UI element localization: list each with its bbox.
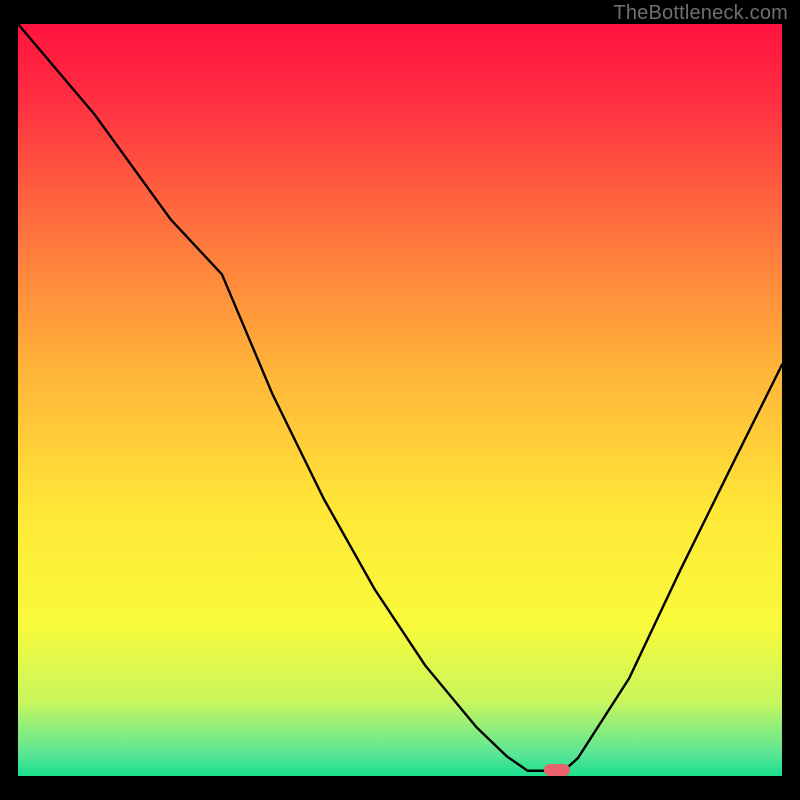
chart-marker bbox=[544, 764, 570, 776]
chart-area bbox=[18, 24, 782, 776]
gradient-bg bbox=[18, 24, 782, 776]
watermark-text: TheBottleneck.com bbox=[613, 2, 788, 25]
